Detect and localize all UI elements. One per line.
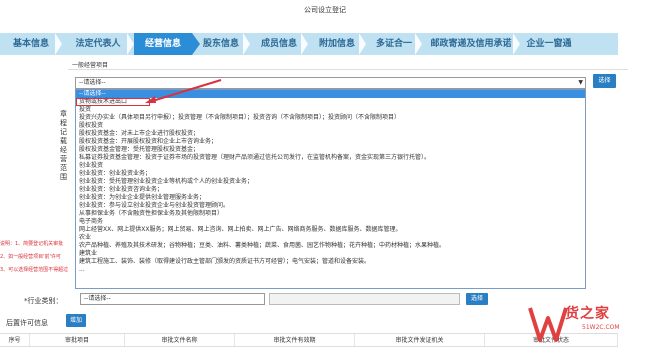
general-scope-label: 一般经营项目 <box>72 62 109 69</box>
side-char: 围 <box>60 173 67 181</box>
scope-side-label: 章 程 记 载 经 营 范 围 <box>60 110 68 182</box>
note-line: 说明：1、简要登记机关审批 <box>0 241 64 247</box>
add-permit-button[interactable]: 增加 <box>66 314 86 327</box>
select-industry-button[interactable]: 选择 <box>466 293 488 305</box>
step-shareholder-info[interactable]: 股东信息 <box>192 33 250 55</box>
industry-label: *行业类别： <box>24 297 63 305</box>
chevron-down-icon: ▼ <box>578 79 583 86</box>
dropdown-option[interactable]: ... <box>76 266 585 274</box>
step-member-info[interactable]: 成员信息 <box>250 33 308 55</box>
dropdown-option[interactable]: 网上经营XX、网上提供XX服务；网上贸易、网上咨询、网上拍卖、网上广告、网络商务… <box>76 226 585 234</box>
select-scope-button[interactable]: 选择 <box>593 74 616 88</box>
step-label: 企业一窗通 <box>526 39 572 49</box>
permit-section-label: 后置许可信息 <box>6 319 48 327</box>
dropdown-option[interactable]: 创业投资：创业投资咨询业务； <box>76 186 585 194</box>
step-one-window[interactable]: 企业一窗通 <box>520 33 578 55</box>
column-header: 审批项目 <box>30 334 125 346</box>
step-label: 附加信息 <box>318 39 355 49</box>
progress-steps: 基本信息 法定代表人 经营信息 股东信息 成员信息 附加信息 多证合一 邮政寄递… <box>0 33 618 55</box>
step-label: 基本信息 <box>12 39 49 49</box>
dropdown-option[interactable]: 创业投资 <box>76 162 585 170</box>
dropdown-option-import-export[interactable]: 货物或技术进出口 <box>76 98 150 106</box>
step-separator <box>359 33 366 55</box>
step-label: 股东信息 <box>202 39 239 49</box>
step-label: 法定代表人 <box>75 39 121 49</box>
step-label: 成员信息 <box>260 39 297 49</box>
side-char: 章 <box>60 110 67 118</box>
step-basic-info[interactable]: 基本信息 <box>0 33 62 55</box>
scope-dropdown-list[interactable]: --请选择-- 货物或技术进出口 投资 投资兴办实业（具体项目另行申报）；投资管… <box>75 89 586 289</box>
column-header: 序号 <box>0 334 30 346</box>
industry-input[interactable] <box>269 293 460 305</box>
side-char: 载 <box>60 137 67 145</box>
step-separator <box>127 33 134 55</box>
dropdown-option[interactable]: 投资兴办实业（具体项目另行申报）；投资管理（不含限制项目）；投资咨询（不含限制项… <box>76 114 585 122</box>
step-label: 经营信息 <box>144 39 181 49</box>
step-separator <box>55 33 62 55</box>
step-label: 邮政寄递及信用承诺 <box>430 39 512 49</box>
step-multi-cert[interactable]: 多证合一 <box>366 33 422 55</box>
dropdown-option[interactable]: 股权投资基金管理：受托管理股权投资基金； <box>76 146 585 154</box>
column-header: 审批文件名称 <box>125 334 235 346</box>
dropdown-option[interactable]: 农产品种植、养殖及其技术研发；谷物种植；豆类、油料、薯类种植；蔬菜、食用菌、园艺… <box>76 242 585 250</box>
dropdown-option[interactable]: 电子商务 <box>76 218 585 226</box>
select-value: --请选择-- <box>79 79 106 86</box>
side-char: 范 <box>60 164 67 172</box>
column-header: 审批文件有效期 <box>235 334 355 346</box>
step-additional-info[interactable]: 附加信息 <box>308 33 366 55</box>
dropdown-option[interactable]: 建筑业 <box>76 250 585 258</box>
step-legal-rep[interactable]: 法定代表人 <box>62 33 134 55</box>
side-char: 程 <box>60 119 67 127</box>
side-char: 营 <box>60 155 67 163</box>
dropdown-option[interactable]: 私募证券投资基金管理：投资于证券市场的投资管理（理财产品须通过信托公司发行，在监… <box>76 154 585 162</box>
watermark-url: 51W2C.COM <box>582 324 620 331</box>
dropdown-option[interactable]: 创业投资：受托管理创业投资企业等机构或个人的创业投资业务； <box>76 178 585 186</box>
side-char: 经 <box>60 146 67 154</box>
dropdown-option[interactable]: 创业投资：为创业企业提供创业管理服务业务； <box>76 194 585 202</box>
page-title: 公司设立登记 <box>304 6 346 14</box>
notes-block: 说明：1、简要登记机关审批 2、如一般经营项目'前'许可 3、可以选择经营范围不… <box>0 238 75 277</box>
annotation-arrow-icon <box>145 79 222 103</box>
step-separator <box>243 33 250 55</box>
dropdown-option[interactable]: 股权投资基金：开展股权投资和企业上市咨询业务； <box>76 138 585 146</box>
note-line: 3、可以选择经营范围不得超过 <box>0 267 69 273</box>
industry-select[interactable]: --请选择-- <box>80 293 265 305</box>
dropdown-option[interactable]: 投资 <box>76 106 585 114</box>
note-line: 2、如一般经营项目'前'许可 <box>0 254 61 260</box>
step-postal-credit[interactable]: 邮政寄递及信用承诺 <box>422 33 520 55</box>
column-header: 审批文件发证机关 <box>355 334 485 346</box>
dropdown-option[interactable]: 股权投资 <box>76 122 585 130</box>
watermark-text: 货之家 <box>565 306 610 322</box>
section-divider <box>68 69 628 70</box>
dropdown-option[interactable]: 农业 <box>76 234 585 242</box>
step-separator <box>301 33 308 55</box>
dropdown-option[interactable]: 股权投资基金：对未上市企业进行股权投资； <box>76 130 585 138</box>
step-business-info[interactable]: 经营信息 <box>134 33 200 55</box>
step-separator <box>513 33 520 55</box>
dropdown-option[interactable]: 建筑工程施工、装饰、装修（取得建设行政主管部门颁发的资质证书方可经营）；电气安装… <box>76 258 585 266</box>
step-separator <box>415 33 422 55</box>
side-char: 记 <box>60 128 67 136</box>
dropdown-option[interactable]: 创业投资：参与设立创业投资企业与创业投资管理顾问。 <box>76 202 585 210</box>
step-label: 多证合一 <box>375 39 412 49</box>
dropdown-option[interactable]: 创业投资：创业投资业务； <box>76 170 585 178</box>
dropdown-option[interactable]: 从事担保业务（不含融资性担保业务及其他限制项目） <box>76 210 585 218</box>
